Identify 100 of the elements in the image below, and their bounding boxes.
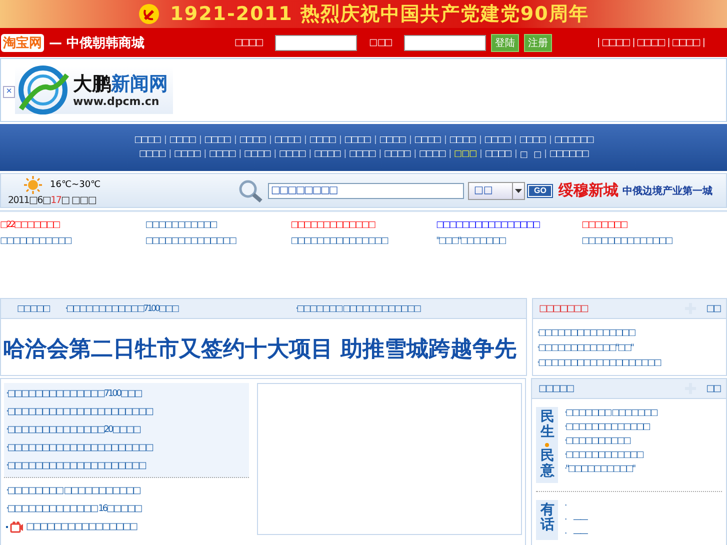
more-link[interactable]: □□ [706,384,720,394]
site-logo[interactable]: 大鹏新闻网 www.dpcm.cn [15,66,173,114]
banner-title: 1921-2011 热烈庆祝中国共产党建党90周年 [170,2,589,27]
promo-title[interactable]: 绥穆新城 [558,181,618,200]
separator: | [268,134,270,144]
news-link[interactable]: ·□□□□□□□□□□□□□□□□□□□□□ [6,405,249,419]
news-link[interactable]: ·□□□□□□□□□□□□"□□" [537,342,724,354]
nav-link[interactable]: □□□□ [414,134,440,144]
news-link[interactable]: ·□□□□□□□□ □□□□□□□□□□□ [6,484,249,498]
nav-link[interactable]: □□□□ [209,148,235,160]
separator: | [514,148,516,160]
separator: | [304,134,306,144]
panel-title: □□□□□□□ [539,304,588,314]
nav-link[interactable]: □□□□ [239,134,265,144]
shop-name: — 中俄朝韩商城 [49,34,145,52]
separator: | [702,38,704,48]
nav-link[interactable]: □□□□□□ [554,134,593,144]
nav-link[interactable]: □□□□ [449,134,475,144]
nav-link[interactable]: □□□□ [519,134,545,144]
section-label: 民意 [540,448,554,480]
news-link[interactable]: □□□□□□□□□□□□□ [290,218,436,232]
nav-link[interactable]: □□□□ [309,134,335,144]
more-link[interactable]: □□ [706,304,720,314]
close-button[interactable]: × [3,86,15,98]
news-link[interactable]: ·□□□□□□□ □□□□□□□□□□□□ [296,304,526,314]
nav-link[interactable]: □ □ [520,148,540,160]
separator: | [338,134,340,144]
nav-link[interactable]: □□□□ [279,148,305,160]
news-link[interactable]: □□□□□□□ [582,218,727,232]
news-link[interactable]: "□□□"□□□□□□□ [436,234,582,248]
panel-title: □□□□□ [538,384,573,394]
section-label: □□□□□ [17,304,50,314]
news-link[interactable]: ·□□□□□□□□□□□□ [564,449,657,461]
news-link[interactable]: ·"□□□□□□□□□□" [564,463,657,475]
separator: | [408,134,410,144]
news-link[interactable]: · —— [564,528,587,540]
dot-icon [545,442,550,447]
password-field[interactable] [404,34,486,50]
news-link[interactable]: □□□□□□□□□□□□□□ [145,234,291,248]
nav-link[interactable]: □□□□ [169,134,195,144]
news-link[interactable]: □□□□□□□□□□□□□□ [582,234,727,248]
news-link[interactable]: □22□□□□□□□ [0,218,146,232]
username-label: □□□□ [234,38,262,48]
nav-link[interactable]: □□□□ [484,134,510,144]
news-link[interactable]: ·□□□□□□□□□□□□7100□□□ [65,304,296,314]
news-link[interactable]: ·□□□□□□□□□□□□□□□□□□□ [537,357,724,369]
news-link[interactable]: ·□□□□□□□□□□□□□ 16□□□□□ [6,502,249,516]
section-label: 民生 [540,410,554,441]
separator: | [597,38,599,48]
news-link[interactable]: · [564,500,587,512]
separator: | [274,148,276,160]
nav-link[interactable]: □□□□ [204,134,230,144]
separator: | [667,38,669,48]
separator: | [168,148,170,160]
date-text: 2011□6□17□ □□□ [8,194,98,206]
nav-link[interactable]: □□□□ [484,148,511,160]
news-link[interactable]: ·□□□□□□□□□□□□□□□□□□□□□ [6,441,249,455]
temperature: 16℃~30℃ [50,180,101,190]
nav-link[interactable]: □ □ □ [454,148,476,160]
news-link[interactable]: ·□□□□□□□ □□□□□□□ [564,407,657,419]
news-link[interactable]: ·□□□□□□□□□□□□□□□□□□□□ [6,459,249,473]
news-link[interactable]: ·□□□□□□□□□□□□□ [564,421,657,433]
nav-link[interactable]: □□□□□□ [549,148,588,160]
separator: | [378,148,380,160]
separator: | [234,134,236,144]
news-link[interactable]: · —— [564,514,587,526]
headline-link[interactable]: 哈洽会第二日牡市又签约十大项目 助推雪城跨越争先 [3,335,517,365]
separator: | [238,148,240,160]
search-field[interactable]: □□□□□□□□ [268,182,464,198]
nav-link[interactable]: □□□□ [379,134,405,144]
nav-link[interactable]: □□□□ [139,148,165,160]
nav-link[interactable]: □□□□ [274,134,300,144]
logo-url: www.dpcm.cn [73,94,160,108]
news-link[interactable]: □□□□□□□□□□□ [145,218,291,232]
nav-link[interactable]: □□□□ [314,148,340,160]
separator: | [374,134,376,144]
nav-link[interactable]: □□□□ [384,148,410,160]
news-link[interactable]: □□□□□□□□□□□□□□□□ [436,218,582,232]
username-field[interactable] [275,34,358,50]
nav-link[interactable]: □□□□ [174,148,200,160]
news-link[interactable]: □□□□□□□□□□□□□□□□ [26,520,136,534]
news-link[interactable]: ·□□□□□□□□□□ [564,435,657,447]
news-link[interactable]: □□□□□□□□□□□□□□□ [290,234,436,248]
top-link[interactable]: □□□□ [636,38,664,48]
sun-icon [24,176,42,194]
top-link[interactable]: □□□□ [602,38,630,48]
nav-link[interactable]: □□□□ [344,134,370,144]
nav-link[interactable]: □□□□ [244,148,270,160]
promo-slogan[interactable]: 中俄边境产业第一城 [622,184,712,198]
category-select[interactable]: □ □ [468,182,525,200]
logo-name: 大鹏新闻网 [73,72,168,94]
nav-link[interactable]: □□□□ [349,148,375,160]
top-link[interactable]: □□□□ [672,38,700,48]
nav-link[interactable]: □□□□ [134,134,160,144]
go-button[interactable]: GO [528,184,552,196]
news-link[interactable]: ·□□□□□□□□□□□□□□□ [537,327,724,339]
nav-link[interactable]: □□□□ [419,148,445,160]
news-link[interactable]: ·□□□□□□□□□□□□□□7100□□□ [6,387,249,401]
news-link[interactable]: ·□□□□□□□□□□□□□□20□□□□ [6,423,249,437]
news-link[interactable]: □□□□□□□□□□□ [0,234,146,248]
